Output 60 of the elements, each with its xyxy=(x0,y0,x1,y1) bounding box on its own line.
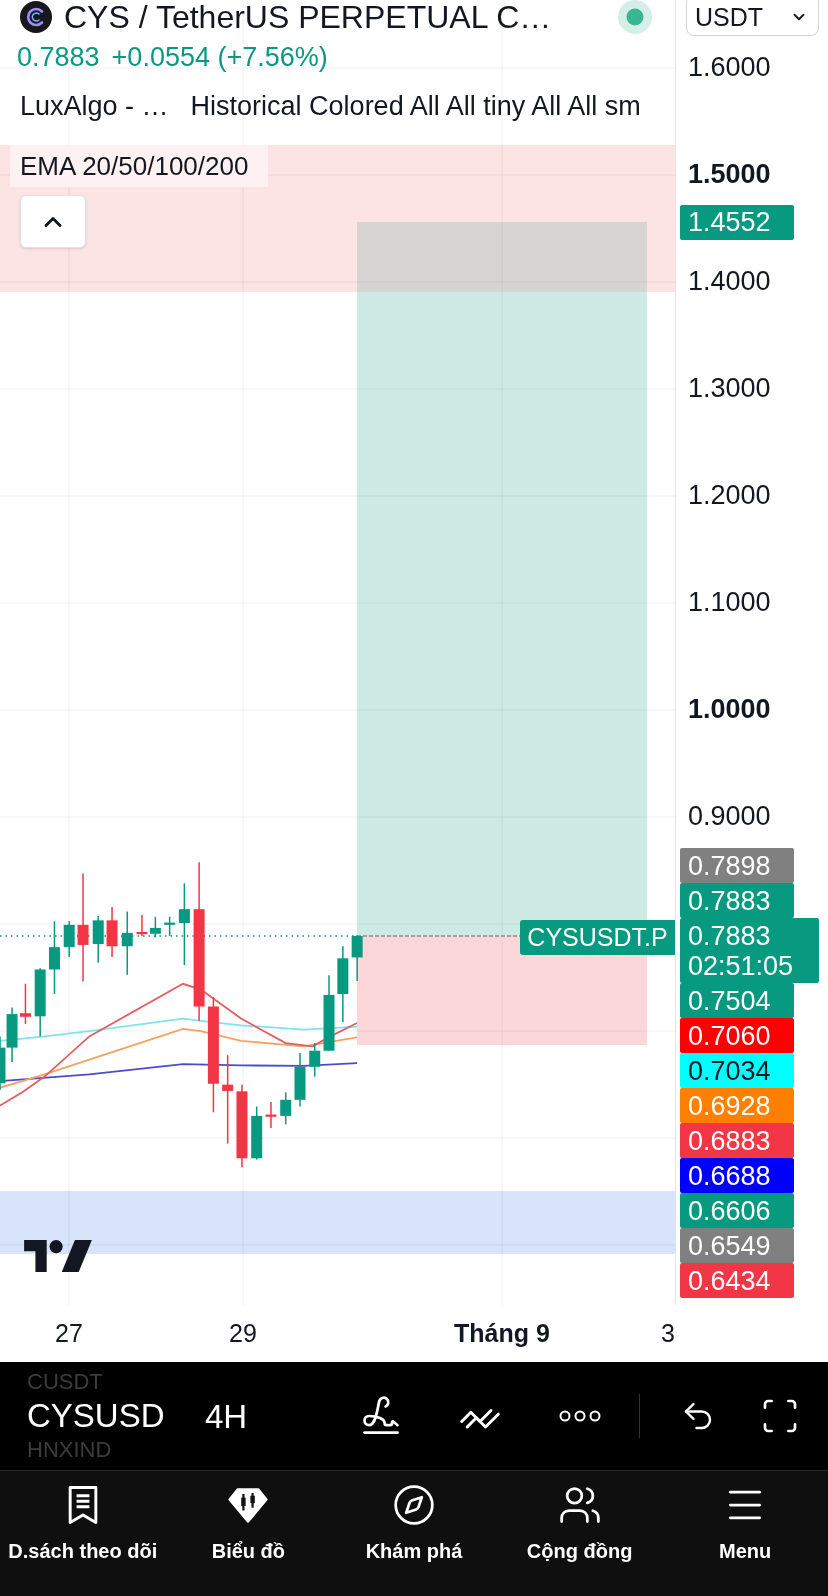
nav-tab[interactable]: Cộng đồng xyxy=(496,1471,663,1596)
price-badge: 0.7034 xyxy=(680,1053,794,1088)
price-badge: 0.7883 02:51:05 xyxy=(680,918,819,983)
interval-button[interactable]: 4H xyxy=(205,1399,265,1433)
price-badge: 0.6549 xyxy=(680,1228,794,1263)
logo-icon xyxy=(24,1240,92,1272)
price-badge: 0.6606 xyxy=(680,1193,794,1228)
price-tick-label: 1.2000 xyxy=(688,482,771,509)
time-axis-label: 3 xyxy=(661,1321,675,1346)
candlestick xyxy=(351,934,363,982)
candlestick xyxy=(136,914,148,937)
candlestick xyxy=(106,906,118,958)
candlestick xyxy=(121,910,133,976)
currency-dropdown[interactable]: USDT xyxy=(686,0,819,36)
symbol-picker-item[interactable]: CYSUSD xyxy=(27,1395,205,1437)
candlestick xyxy=(19,983,31,1025)
candlestick xyxy=(164,916,176,937)
candlestick xyxy=(265,1101,277,1129)
candlestick xyxy=(34,967,46,1038)
candlestick xyxy=(149,916,161,939)
price-badge: 0.6928 xyxy=(680,1088,794,1123)
price-tick-label: 1.6000 xyxy=(688,54,771,81)
indicator-label[interactable]: LuxAlgo - … xyxy=(20,92,169,120)
candlestick xyxy=(280,1091,292,1126)
price-tick-label: 1.1000 xyxy=(688,589,771,616)
candlestick xyxy=(251,1105,263,1161)
candlestick xyxy=(309,1042,321,1078)
last-price: 0.7883 xyxy=(17,43,100,71)
nav-tab[interactable]: Khám phá xyxy=(331,1471,497,1596)
price-badge: 0.7883 xyxy=(680,883,794,918)
symbol-title: CYS / TetherUS PERPETUAL C… xyxy=(64,1,552,33)
price-tick-label: 1.5000 xyxy=(688,161,771,188)
coin-logo-icon xyxy=(20,1,52,33)
price-badge: 0.7060 xyxy=(680,1018,794,1053)
price-badge: 0.7898 xyxy=(680,848,794,883)
more-icon xyxy=(558,1409,602,1423)
price-tick-label: 1.0000 xyxy=(688,696,771,723)
status-dot-icon xyxy=(618,0,652,34)
price-badge: 1.4552 xyxy=(680,205,794,240)
price-badge: 0.6688 xyxy=(680,1158,794,1193)
indicator-label[interactable]: EMA 20/50/100/200 xyxy=(10,145,268,187)
price-tick-label: 0.9000 xyxy=(688,803,771,830)
time-axis-label: Tháng 9 xyxy=(454,1321,550,1346)
price-tick-label: 1.3000 xyxy=(688,375,771,402)
price-change: +0.0554 (+7.56%) xyxy=(111,43,328,71)
nav-tab[interactable]: D.sách theo dõi xyxy=(0,1471,166,1596)
time-axis-label: 29 xyxy=(229,1321,257,1346)
time-axis-label: 27 xyxy=(55,1321,83,1346)
symbol-price-tag: CYSUSDT.P xyxy=(520,920,675,955)
compass-icon xyxy=(392,1483,436,1527)
nav-tab[interactable]: Biểu đồ xyxy=(165,1471,332,1596)
price-badge: 0.6883 xyxy=(680,1123,794,1158)
candlestick xyxy=(294,1052,306,1108)
price-badge: 0.7504 xyxy=(680,983,794,1018)
candlestick xyxy=(63,920,75,958)
indicator-label[interactable]: Historical Colored All All tiny All All sm xyxy=(190,92,641,120)
candlestick xyxy=(92,915,104,964)
price-badge: 0.6434 xyxy=(680,1263,794,1298)
price-tick-label: 1.4000 xyxy=(688,268,771,295)
nav-tab[interactable]: Menu xyxy=(662,1471,828,1596)
